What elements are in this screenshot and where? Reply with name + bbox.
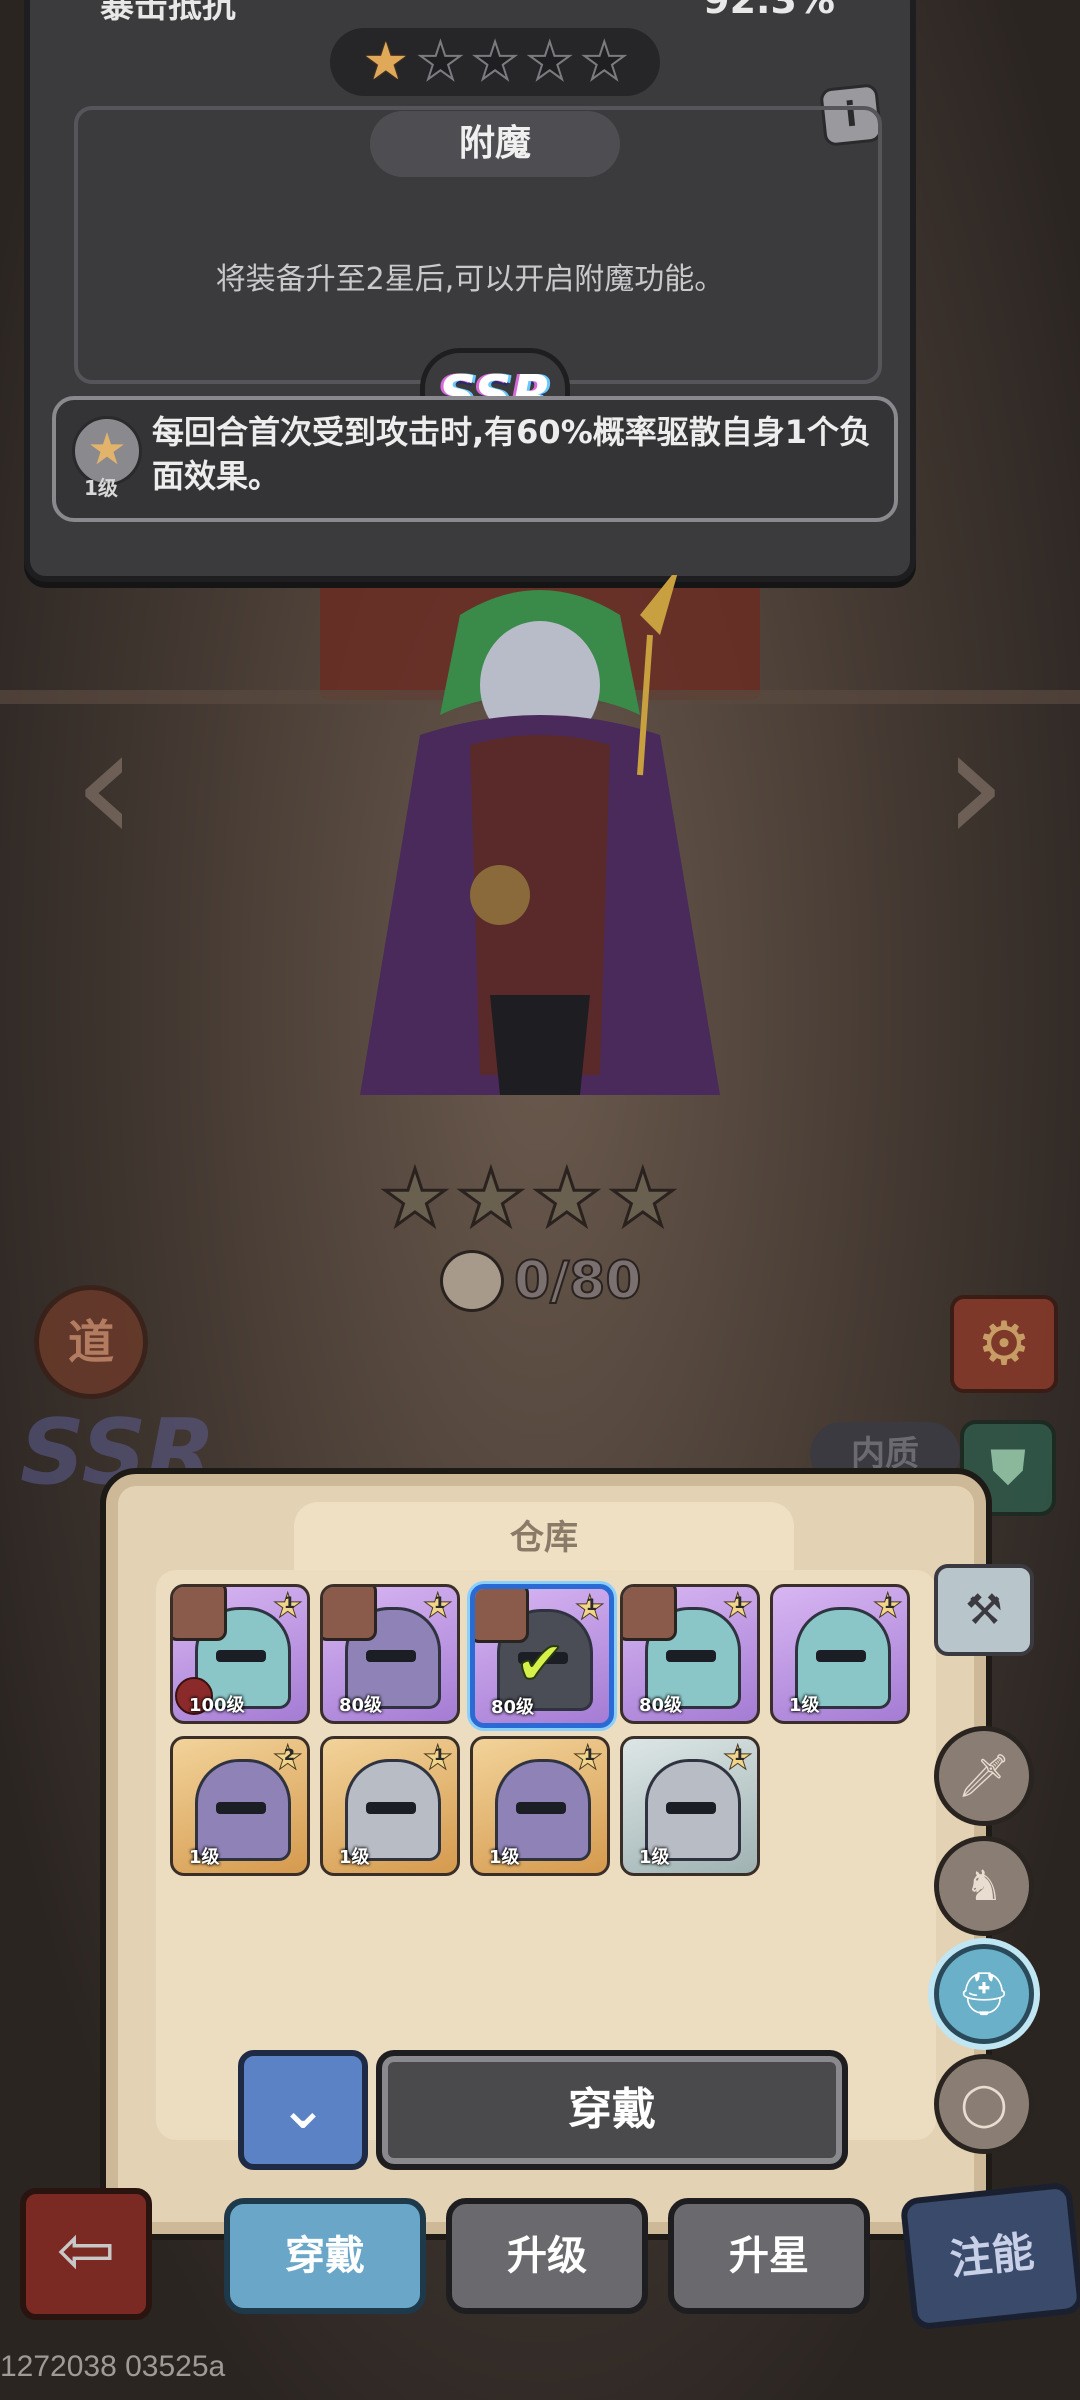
previous-hero-arrow-icon[interactable]: ‹ [60,700,150,870]
hero-star-icon: ★ [606,1154,679,1244]
enchant-description: 将装备升至2星后,可以开启附魔功能。 [215,262,725,297]
equip-button[interactable]: 穿戴 [376,2050,848,2170]
back-arrow-icon[interactable]: ⇦ [20,2188,152,2320]
next-hero-arrow-icon[interactable]: › [930,700,1020,870]
equipment-slot[interactable]: ★ 1 1级 [320,1736,460,1876]
item-level: 80级 [339,1695,383,1716]
equipment-star-icon: ★ [471,32,520,92]
enchant-title: 附魔 [370,111,620,177]
item-star-icon: ★ 1 [872,1586,904,1626]
equipment-star-icon: ★ [525,32,574,92]
equipment-slot[interactable]: ★ 1 100级 [170,1584,310,1724]
item-star-icon: ★ 1 [422,1738,454,1778]
shard-count: 0/80 [513,1250,643,1312]
item-star-count: 1 [883,1593,895,1612]
item-level: 1级 [189,1847,220,1868]
gear-icon[interactable]: ⚙ [950,1295,1058,1393]
equipment-star-icon: ★ [416,32,465,92]
owner-avatar [173,1587,227,1641]
item-star-icon: ★ 1 [572,1738,604,1778]
item-star-icon: ★ 1 [574,1588,606,1628]
hero-shard-counter: 0/80 [440,1250,643,1312]
bottom-tab[interactable]: 穿戴 [224,2198,426,2314]
equipment-star-icon: ★ [362,32,410,92]
item-level: 100级 [189,1695,245,1716]
hero-star-icon: ★ [379,1154,452,1244]
shard-icon [440,1250,504,1312]
hero-character-sprite [360,575,720,1095]
bottom-tab[interactable]: 升级 [446,2198,648,2314]
item-star-count: 2 [283,1745,295,1764]
item-star-icon: ★ 2 [272,1738,304,1778]
item-level: 1级 [789,1695,820,1716]
item-level: 1级 [489,1847,520,1868]
item-star-count: 1 [585,1595,597,1614]
item-level: 1级 [639,1847,670,1868]
equipment-slot[interactable]: ★ 1 1级 [620,1736,760,1876]
armor-slot-icon[interactable]: ♞ [934,1836,1034,1936]
build-id: 1272038 03525a [0,2350,226,2383]
item-star-icon: ★ 1 [422,1586,454,1626]
equipment-star-icon: ★ [580,32,629,92]
item-level: 80级 [639,1695,683,1716]
equipment-slot[interactable]: ★ 2 1级 [170,1736,310,1876]
warehouse-panel: 仓库 ★ 1 100级 ★ 1 80级 ★ 1 80级 ✔ ★ 1 80级 ★ 1 1级 ★ 2 1级 ★ 1 1级 ★ 1 1… [100,1468,992,2240]
hero-star-icon: ★ [454,1154,527,1244]
hero-star-row: ★ ★ ★ ★ [379,1154,680,1244]
owner-avatar [323,1587,377,1641]
item-star-count: 1 [283,1593,295,1612]
hero-star-icon: ★ [530,1154,603,1244]
item-level: 1级 [339,1847,370,1868]
item-star-count: 1 [733,1745,745,1764]
collapse-chevron-icon[interactable]: ⌄ [238,2050,368,2170]
helmet-slot-icon[interactable]: ⛑ [934,1944,1034,2044]
bottom-tab-bar: 穿戴 升级 升星 [200,2198,880,2314]
equipment-slot[interactable]: ★ 1 80级 [620,1584,760,1724]
crit-resist-label: 暴击抵抗 [100,0,236,26]
item-star-count: 1 [733,1593,745,1612]
equipment-slot[interactable]: ★ 1 80级 [320,1584,460,1724]
equipment-slot[interactable]: ★ 1 1级 [470,1736,610,1876]
crit-resist-value: 92.3% [703,0,835,22]
ring-slot-icon[interactable]: ◯ [934,2054,1034,2154]
checkmark-icon: ✔ [514,1628,566,1700]
weapon-slot-icon[interactable]: 🗡 [934,1726,1034,1826]
equipment-slot[interactable]: ★ 1 80级 ✔ [470,1584,614,1728]
equipment-info-panel: 暴击抵抗 92.3% ★ ★ ★ ★ ★ i 附魔 将装备升至2星后,可以开启附魔功能。… [24,0,916,582]
item-star-count: 1 [433,1745,445,1764]
equipment-skill-box: ★ 1级 每回合首次受到攻击时,有60%概率驱散自身1个负面效果。 [52,396,898,522]
item-star-count: 1 [433,1593,445,1612]
item-star-icon: ★ 1 [722,1738,754,1778]
item-star-icon: ★ 1 [272,1586,304,1626]
infuse-button[interactable]: 注能 [899,2181,1080,2331]
owner-avatar [623,1587,677,1641]
item-star-count: 1 [583,1745,595,1764]
anvil-icon[interactable]: ⚒ [934,1564,1034,1656]
skill-description: 每回合首次受到攻击时,有60%概率驱散自身1个负面效果。 [152,413,872,495]
bottom-tab[interactable]: 升星 [668,2198,870,2314]
item-star-icon: ★ 1 [722,1586,754,1626]
equipment-slot[interactable]: ★ 1 1级 [770,1584,910,1724]
dao-faction-badge[interactable]: 道 [34,1285,148,1399]
equipment-star-bar: ★ ★ ★ ★ ★ [330,28,660,96]
skill-level: 1级 [84,476,118,500]
warehouse-title: 仓库 [294,1502,794,1574]
